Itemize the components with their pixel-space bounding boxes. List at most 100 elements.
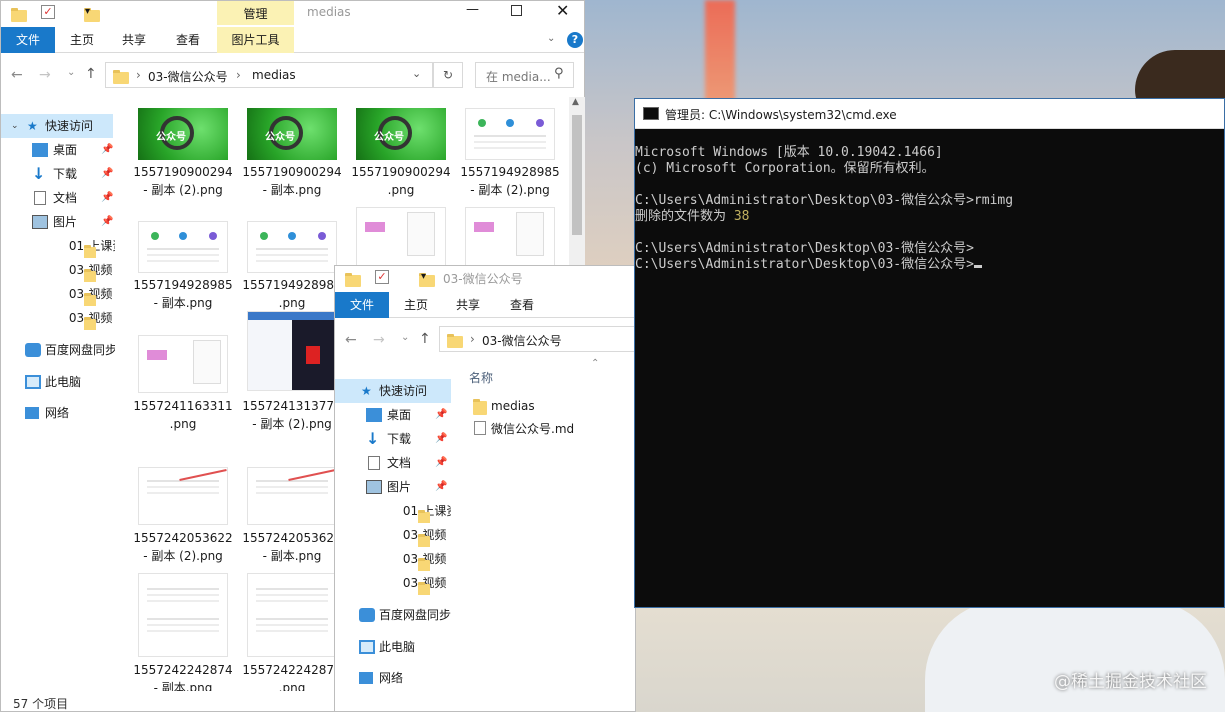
file-name[interactable]: 1557242242874- 副本.png [129, 661, 237, 691]
search-input[interactable]: 在 media... [486, 68, 551, 85]
sidebar-item-folder[interactable]: 01-上课资料 [1, 234, 115, 258]
up-button[interactable]: ↑ [85, 66, 97, 82]
file-name[interactable]: 1557190900294- 副本 (2).png [129, 163, 237, 199]
file-name[interactable]: 1557190900294 .png [347, 163, 455, 199]
column-header-name[interactable]: 名称 [469, 369, 493, 386]
tab-home[interactable]: 主页 [57, 27, 107, 53]
tab-share[interactable]: 共享 [443, 292, 493, 318]
image-thumbnail[interactable] [247, 311, 337, 391]
properties-icon[interactable]: ✓ [41, 5, 55, 19]
image-thumbnail[interactable]: 公众号 [356, 108, 446, 160]
file-name[interactable]: 1557242242874 .png [238, 661, 346, 691]
properties-icon[interactable]: ✓ [375, 270, 389, 284]
tab-view[interactable]: 查看 [163, 27, 213, 53]
sidebar-item-downloads[interactable]: ↓ 下载 📌 [1, 162, 115, 186]
list-item-folder[interactable]: medias [469, 397, 635, 417]
sidebar-item-baidu-netdisk[interactable]: 百度网盘同步 [335, 603, 451, 627]
scroll-up-icon[interactable]: ▲ [572, 97, 579, 107]
recent-locations-icon[interactable]: ⌄ [67, 67, 75, 78]
help-icon[interactable]: ? [567, 32, 583, 48]
document-icon [34, 191, 46, 205]
titlebar[interactable]: ✓ ▾ 03-微信公众号 [335, 266, 635, 290]
sidebar-item-quick-access[interactable]: ★ 快速访问 [335, 379, 451, 403]
sidebar-item-documents[interactable]: 文档 📌 [1, 186, 115, 210]
tab-home[interactable]: 主页 [391, 292, 441, 318]
sidebar-item-documents[interactable]: 文档 📌 [335, 451, 451, 475]
sidebar-item-folder[interactable]: 03-视频 [1, 258, 115, 282]
address-bar[interactable]: › 03-微信公众号 › medias ⌄ [105, 62, 433, 88]
search-box[interactable]: 在 media... ⚲ [475, 62, 574, 88]
file-name[interactable]: 1557242053622- 副本 (2).png [129, 529, 237, 565]
image-thumbnail[interactable]: 公众号 [138, 108, 228, 160]
sidebar-item-this-pc[interactable]: 此电脑 [335, 635, 451, 659]
image-thumbnail[interactable] [247, 221, 337, 273]
customize-toolbar-icon[interactable]: ▾ [85, 6, 90, 17]
cmd-window[interactable]: 管理员: C:\Windows\system32\cmd.exe Microso… [634, 98, 1225, 608]
titlebar[interactable]: ✓ ▾ 管理 medias — ✕ [1, 1, 584, 25]
customize-toolbar-icon[interactable]: ▾ [421, 271, 426, 282]
forward-button[interactable]: → [373, 332, 385, 348]
sidebar-item-folder[interactable]: 03-视频 [335, 571, 451, 595]
sidebar-item-quick-access[interactable]: ★ ⌄ 快速访问 [1, 114, 113, 138]
file-name[interactable]: 1557194928985- 副本.png [129, 276, 237, 312]
close-icon[interactable]: ✕ [556, 1, 569, 20]
image-thumbnail[interactable] [138, 335, 228, 393]
tab-file[interactable]: 文件 [1, 27, 55, 53]
download-icon: ↓ [366, 429, 380, 448]
back-button[interactable]: ← [345, 332, 357, 348]
sidebar-item-network[interactable]: 网络 [1, 401, 115, 425]
image-thumbnail[interactable] [138, 573, 228, 657]
image-thumbnail[interactable]: 公众号 [247, 108, 337, 160]
sidebar-item-desktop[interactable]: 桌面 📌 [335, 403, 451, 427]
file-name[interactable]: 1557241163311 .png [129, 397, 237, 433]
tab-picture-tools[interactable]: 图片工具 [217, 27, 294, 53]
sidebar-item-downloads[interactable]: ↓ 下载 📌 [335, 427, 451, 451]
scrollbar-thumb[interactable] [572, 115, 582, 235]
sidebar-item-network[interactable]: 网络 [335, 666, 451, 690]
sidebar-item-pictures[interactable]: 图片 📌 [335, 475, 451, 499]
sidebar-item-desktop[interactable]: 桌面 📌 [1, 138, 115, 162]
file-name[interactable]: 1557194928985- 副本 (2).png [456, 163, 564, 199]
tab-file[interactable]: 文件 [335, 292, 389, 318]
context-tab-manage[interactable]: 管理 [217, 1, 294, 25]
breadcrumb-segment[interactable]: 03-微信公众号 [482, 332, 562, 349]
titlebar[interactable]: 管理员: C:\Windows\system32\cmd.exe [635, 99, 1224, 129]
forward-button[interactable]: → [39, 67, 51, 83]
file-name[interactable]: 1557241313774- 副本 (2).png [238, 397, 346, 433]
ribbon-expand-icon[interactable]: ⌄ [547, 33, 555, 44]
image-thumbnail[interactable] [465, 108, 555, 160]
chevron-down-icon[interactable]: ⌄ [412, 67, 421, 80]
minimize-icon[interactable]: — [466, 2, 479, 17]
up-button[interactable]: ↑ [419, 331, 431, 347]
back-button[interactable]: ← [11, 67, 23, 83]
address-bar[interactable]: › 03-微信公众号 [439, 326, 635, 352]
sidebar-item-folder[interactable]: 03-视频 [1, 282, 115, 306]
explorer-window-wechat[interactable]: ✓ ▾ 03-微信公众号 文件 主页 共享 查看 ← → ⌄ ↑ › 03-微信… [334, 265, 636, 712]
sidebar-item-this-pc[interactable]: 此电脑 [1, 370, 115, 394]
recent-locations-icon[interactable]: ⌄ [401, 332, 409, 343]
tab-share[interactable]: 共享 [109, 27, 159, 53]
breadcrumb-segment[interactable]: 03-微信公众号 [148, 68, 228, 85]
image-thumbnail[interactable] [465, 207, 555, 273]
image-thumbnail[interactable] [356, 207, 446, 273]
sidebar-item-pictures[interactable]: 图片 📌 [1, 210, 115, 234]
image-thumbnail[interactable] [247, 573, 337, 657]
sidebar-item-folder[interactable]: 03-视频 [335, 523, 451, 547]
list-item-file[interactable]: 微信公众号.md [469, 418, 635, 438]
file-name[interactable]: 1557194928985 .png [238, 276, 346, 312]
search-icon: ⚲ [554, 66, 564, 81]
breadcrumb-segment[interactable]: medias [252, 68, 296, 82]
sidebar-item-folder[interactable]: 01-上课资料 [335, 499, 451, 523]
tab-view[interactable]: 查看 [497, 292, 547, 318]
sidebar-item-baidu-netdisk[interactable]: 百度网盘同步 [1, 338, 115, 362]
file-name[interactable]: 1557190900294- 副本.png [238, 163, 346, 199]
image-thumbnail[interactable] [138, 221, 228, 273]
sidebar-item-folder[interactable]: 03-视频 [1, 306, 115, 330]
maximize-icon[interactable] [511, 5, 522, 16]
file-name[interactable]: 1557242053622- 副本.png [238, 529, 346, 565]
console-output[interactable]: Microsoft Windows [版本 10.0.19042.1466] (c… [635, 129, 1224, 305]
image-thumbnail[interactable] [138, 467, 228, 525]
refresh-button[interactable]: ↻ [433, 62, 463, 88]
sidebar-item-folder[interactable]: 03-视频 [335, 547, 451, 571]
image-thumbnail[interactable] [247, 467, 337, 525]
